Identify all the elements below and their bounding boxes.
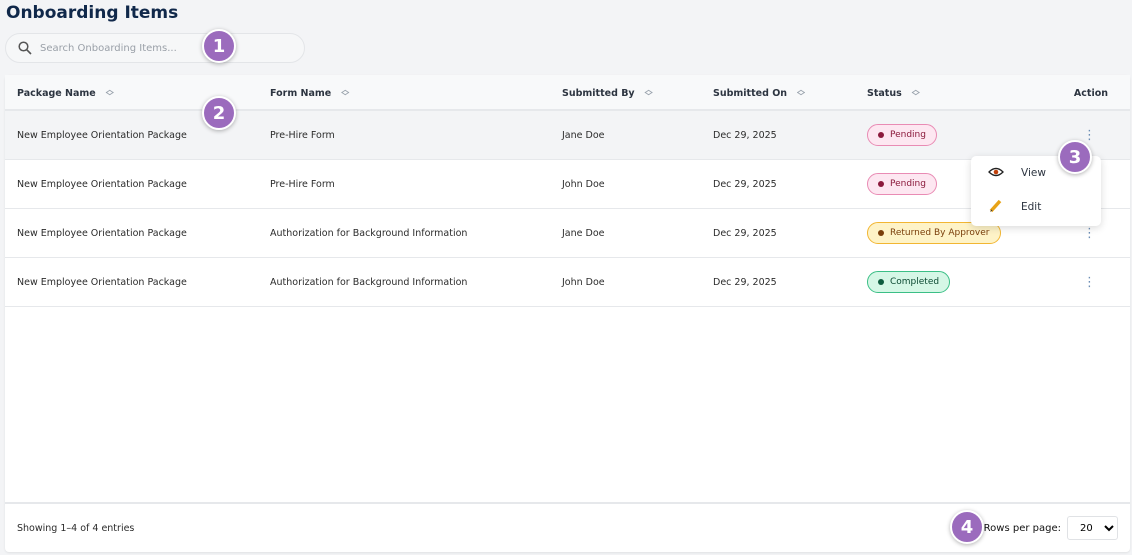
column-header-form-name[interactable]: Form Name ︿ ﹀ bbox=[270, 75, 349, 111]
table-header: Package Name ︿ ﹀ Form Name ︿ ﹀ Submitted By ︿… bbox=[5, 75, 1130, 111]
status-badge: Pending bbox=[867, 173, 937, 195]
status-label: Returned By Approver bbox=[890, 228, 990, 238]
search-icon bbox=[18, 41, 32, 55]
sort-icon[interactable]: ︿ ﹀ bbox=[912, 86, 920, 101]
status-label: Completed bbox=[890, 277, 940, 287]
rows-per-page-label: Rows per page: bbox=[983, 522, 1061, 534]
cell-submitted-by: Jane Doe bbox=[562, 129, 605, 141]
eye-icon bbox=[985, 167, 1007, 180]
sort-icon[interactable]: ︿ ﹀ bbox=[341, 86, 349, 101]
menu-item-label: Edit bbox=[1021, 201, 1042, 213]
rows-per-page-select[interactable]: 20 bbox=[1067, 516, 1118, 540]
column-label: Status bbox=[867, 87, 902, 99]
column-header-package-name[interactable]: Package Name ︿ ﹀ bbox=[17, 75, 114, 111]
cell-status: Pending bbox=[867, 111, 937, 159]
cell-status: Pending bbox=[867, 160, 937, 208]
column-header-submitted-on[interactable]: Submitted On ︿ ﹀ bbox=[713, 75, 805, 111]
status-dot-icon bbox=[878, 181, 884, 187]
onboarding-table: Package Name ︿ ﹀ Form Name ︿ ﹀ Submitted By ︿… bbox=[5, 75, 1130, 552]
search-input[interactable] bbox=[40, 42, 280, 54]
status-dot-icon bbox=[878, 132, 884, 138]
status-label: Pending bbox=[890, 179, 926, 189]
search-box[interactable] bbox=[5, 33, 305, 63]
callout-1: 1 bbox=[202, 29, 236, 63]
table-row[interactable]: New Employee Orientation Package Pre-Hir… bbox=[5, 160, 1130, 209]
status-badge: Completed bbox=[867, 271, 951, 293]
status-badge: Pending bbox=[867, 124, 937, 146]
cell-action: ⋮ bbox=[1083, 258, 1096, 306]
callout-3: 3 bbox=[1058, 140, 1092, 174]
cell-form-name: Authorization for Background Information bbox=[270, 227, 468, 239]
callout-2: 2 bbox=[202, 96, 236, 130]
cell-form-name: Authorization for Background Information bbox=[270, 276, 468, 288]
cell-submitted-on: Dec 29, 2025 bbox=[713, 129, 777, 141]
pencil-icon bbox=[985, 198, 1007, 217]
cell-submitted-by: Jane Doe bbox=[562, 227, 605, 239]
sort-icon[interactable]: ︿ ﹀ bbox=[797, 86, 805, 101]
cell-submitted-on: Dec 29, 2025 bbox=[713, 227, 777, 239]
cell-submitted-on: Dec 29, 2025 bbox=[713, 276, 777, 288]
menu-item-label: View bbox=[1021, 167, 1046, 179]
status-dot-icon bbox=[878, 230, 884, 236]
table-row[interactable]: New Employee Orientation Package Authori… bbox=[5, 209, 1130, 258]
sort-icon[interactable]: ︿ ﹀ bbox=[645, 86, 653, 101]
sort-icon[interactable]: ︿ ﹀ bbox=[106, 86, 114, 101]
table-row[interactable]: New Employee Orientation Package Authori… bbox=[5, 258, 1130, 307]
more-options-icon[interactable]: ⋮ bbox=[1083, 128, 1096, 143]
cell-package-name: New Employee Orientation Package bbox=[17, 129, 187, 141]
column-header-action: Action bbox=[1073, 87, 1108, 99]
menu-item-edit[interactable]: Edit bbox=[971, 190, 1101, 224]
column-header-submitted-by[interactable]: Submitted By ︿ ﹀ bbox=[562, 75, 653, 111]
cell-status: Completed bbox=[867, 258, 951, 306]
more-options-icon[interactable]: ⋮ bbox=[1083, 226, 1096, 241]
more-options-icon[interactable]: ⋮ bbox=[1083, 275, 1096, 290]
cell-submitted-by: John Doe bbox=[562, 276, 605, 288]
cell-package-name: New Employee Orientation Package bbox=[17, 276, 187, 288]
entries-summary: Showing 1–4 of 4 entries bbox=[17, 522, 135, 534]
cell-submitted-on: Dec 29, 2025 bbox=[713, 178, 777, 190]
cell-submitted-by: John Doe bbox=[562, 178, 605, 190]
column-label: Package Name bbox=[17, 87, 96, 99]
rows-per-page: Rows per page: 20 bbox=[984, 516, 1118, 540]
cell-package-name: New Employee Orientation Package bbox=[17, 227, 187, 239]
table-row[interactable]: New Employee Orientation Package Pre-Hir… bbox=[5, 111, 1130, 160]
column-label: Form Name bbox=[270, 87, 332, 99]
status-label: Pending bbox=[890, 130, 926, 140]
column-label: Submitted On bbox=[713, 87, 788, 99]
column-label: Submitted By bbox=[562, 87, 635, 99]
column-header-status[interactable]: Status ︿ ﹀ bbox=[867, 75, 920, 111]
callout-4: 4 bbox=[950, 510, 984, 544]
status-dot-icon bbox=[878, 279, 884, 285]
cell-form-name: Pre-Hire Form bbox=[270, 129, 335, 141]
cell-package-name: New Employee Orientation Package bbox=[17, 178, 187, 190]
cell-form-name: Pre-Hire Form bbox=[270, 178, 335, 190]
page-title: Onboarding Items bbox=[6, 3, 179, 23]
